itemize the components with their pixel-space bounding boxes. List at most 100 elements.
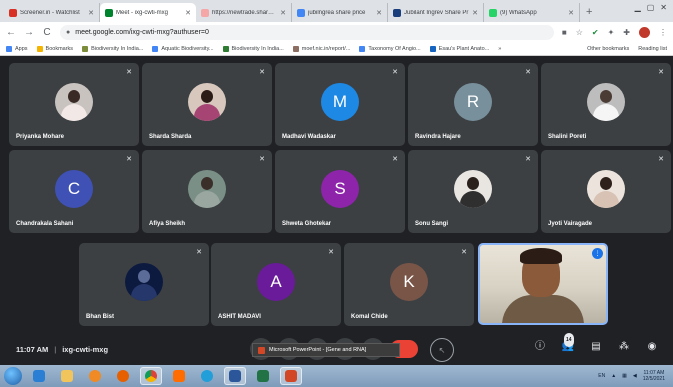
participant-tile[interactable]: ✕ Bhan Bist <box>79 243 209 326</box>
participant-tile[interactable]: ✕ Priyanka Mohare <box>9 63 139 146</box>
browser-tab[interactable]: (9) WhatsApp ✕ <box>484 3 580 22</box>
participant-photo-avatar <box>454 169 492 208</box>
browser-tab[interactable]: https://newtrade.sharekh ✕ <box>196 3 292 22</box>
url-text: meet.google.com/ixg-cwti-mxg?authuser=0 <box>75 28 209 36</box>
participant-tile[interactable]: ✕ Afiya Sheikh <box>142 150 272 233</box>
tab-close-icon[interactable]: ✕ <box>376 9 382 17</box>
bookmark-item[interactable]: Biodiversity In India... <box>82 45 143 52</box>
back-icon[interactable]: ← <box>6 27 16 38</box>
taskbar-q[interactable] <box>168 367 190 385</box>
powerpoint-popup[interactable]: Microsoft PowerPoint - [Gene and RNA] <box>252 343 400 357</box>
bookmark-icon <box>292 45 299 52</box>
avatar-head <box>68 89 80 103</box>
reading-list-button[interactable]: Reading list <box>638 46 667 52</box>
tab-close-icon[interactable]: ✕ <box>88 9 94 17</box>
browser-tab[interactable]: Meet - ixg-cwti-mxg ✕ <box>100 3 196 22</box>
bookmark-icon <box>429 45 436 52</box>
host-controls-icon[interactable]: ◉ <box>645 340 659 354</box>
participant-name: ASHIT MADAVI <box>218 314 261 320</box>
bookmark-label: Aquatic Biodiversity... <box>161 45 214 52</box>
bookmark-item[interactable]: Esau's Plant Anato... <box>429 45 489 52</box>
bookmark-label: Apps <box>15 45 28 52</box>
tab-close-icon[interactable]: ✕ <box>280 9 286 17</box>
mic-muted-icon: ✕ <box>392 69 398 76</box>
bookmark-icon <box>82 45 89 52</box>
bookmark-item[interactable]: Aquatic Biodiversity... <box>152 45 214 52</box>
tab-title: Screener.in - Watchlist <box>20 9 80 16</box>
tab-favicon-icon <box>9 8 17 17</box>
participant-tile[interactable]: ✕ S Shweta Ghotekar <box>275 150 405 233</box>
participant-tile[interactable]: ✕ M Madhavi Wadaskar <box>275 63 405 146</box>
puzzle-icon[interactable]: ✚ <box>623 28 630 37</box>
mic-muted-icon: ✕ <box>525 69 531 76</box>
tab-close-icon[interactable]: ✕ <box>472 9 478 17</box>
avatar-body <box>460 190 486 208</box>
mic-muted-icon: ✕ <box>525 156 531 163</box>
taskbar-excel[interactable] <box>252 367 274 385</box>
participant-tile[interactable]: ✕ K Komal Chide <box>344 243 474 326</box>
profile-avatar[interactable] <box>639 26 650 38</box>
other-bookmarks-button[interactable]: Other bookmarks <box>587 46 629 52</box>
tab-close-icon[interactable]: ✕ <box>568 9 574 17</box>
taskbar-chrome[interactable] <box>140 367 162 385</box>
bookmark-item[interactable]: Biodiversity In India... <box>222 45 284 52</box>
forward-icon[interactable]: → <box>24 27 34 38</box>
participant-tile[interactable]: ✕ Sharda Sharda <box>142 63 272 146</box>
maximize-icon[interactable]: ▢ <box>647 3 655 12</box>
participant-photo-avatar <box>587 169 625 208</box>
close-icon[interactable]: ✕ <box>660 3 667 12</box>
taskbar-ie[interactable] <box>28 367 50 385</box>
participant-initial-avatar: A <box>257 262 295 301</box>
volume-icon[interactable]: ◀ <box>633 373 637 379</box>
new-tab-button[interactable]: + <box>580 3 598 22</box>
mic-muted-icon: ✕ <box>392 156 398 163</box>
star-icon[interactable]: ☆ <box>576 28 583 37</box>
taskbar-powerpoint[interactable] <box>280 367 302 385</box>
activities-icon[interactable]: ⁂ <box>617 340 631 354</box>
tab-favicon-icon <box>393 8 401 17</box>
media-icon <box>89 370 101 382</box>
bookmark-item[interactable]: Taxonomy Of Angio... <box>359 45 421 52</box>
people-icon[interactable]: 👥14 <box>561 333 575 354</box>
browser-tab[interactable]: jubilngrea share price ✕ <box>292 3 388 22</box>
extension-icon[interactable]: ✦ <box>608 28 615 37</box>
bookmarks-overflow-icon[interactable]: » <box>498 46 501 52</box>
self-video-tile[interactable]: ⋮ <box>478 243 608 325</box>
check-extension-icon[interactable]: ✔ <box>592 28 599 37</box>
participant-tile[interactable]: ✕ Jyoti Vairagade <box>541 150 671 233</box>
participant-name: Chandrakala Sahani <box>16 221 74 227</box>
participant-name: Jyoti Vairagade <box>548 221 593 227</box>
address-bar[interactable]: ● meet.google.com/ixg-cwti-mxg?authuser=… <box>60 24 554 40</box>
network-icon[interactable]: ▦ <box>622 373 627 379</box>
info-icon[interactable]: ⓘ <box>533 340 547 354</box>
chat-icon[interactable]: ▤ <box>589 340 603 354</box>
tray-clock[interactable]: 11:07 AM 12/5/2021 <box>643 370 665 382</box>
taskbar-telegram[interactable] <box>196 367 218 385</box>
tab-close-icon[interactable]: ✕ <box>185 9 191 17</box>
camera-icon[interactable]: ■ <box>562 28 567 37</box>
participant-tile[interactable]: ✕ R Ravindra Hajare <box>408 63 538 146</box>
reload-icon[interactable]: C <box>42 27 52 38</box>
menu-icon[interactable]: ⋮ <box>659 28 667 37</box>
browser-tab[interactable]: Jubilant Ingrev Share Pr ✕ <box>388 3 484 22</box>
bookmark-item[interactable]: Apps <box>6 45 28 52</box>
browser-tab[interactable]: Screener.in - Watchlist ✕ <box>4 3 100 22</box>
lock-icon: ● <box>66 28 71 36</box>
participant-tile[interactable]: ✕ A ASHIT MADAVI <box>211 243 341 326</box>
taskbar-firefox[interactable] <box>112 367 134 385</box>
participant-tile[interactable]: ✕ Shalini Poreti <box>541 63 671 146</box>
bookmark-item[interactable]: moef.nic.in/report/... <box>292 45 350 52</box>
tray-arrow-icon[interactable]: ▲ <box>611 373 616 379</box>
start-button[interactable] <box>4 367 22 385</box>
minimize-icon[interactable]: ▁ <box>635 3 641 12</box>
avatar-head <box>138 269 150 283</box>
bookmark-item[interactable]: Bookmarks <box>36 45 73 52</box>
powerpoint-popup-title: Microsoft PowerPoint - [Gene and RNA] <box>269 347 367 353</box>
participant-tile[interactable]: ✕ C Chandrakala Sahani <box>9 150 139 233</box>
taskbar-word[interactable] <box>224 367 246 385</box>
taskbar-media[interactable] <box>84 367 106 385</box>
participant-tile[interactable]: ✕ Sonu Sangi <box>408 150 538 233</box>
taskbar-explorer[interactable] <box>56 367 78 385</box>
language-indicator[interactable]: EN <box>598 373 605 379</box>
firefox-icon <box>117 370 129 382</box>
